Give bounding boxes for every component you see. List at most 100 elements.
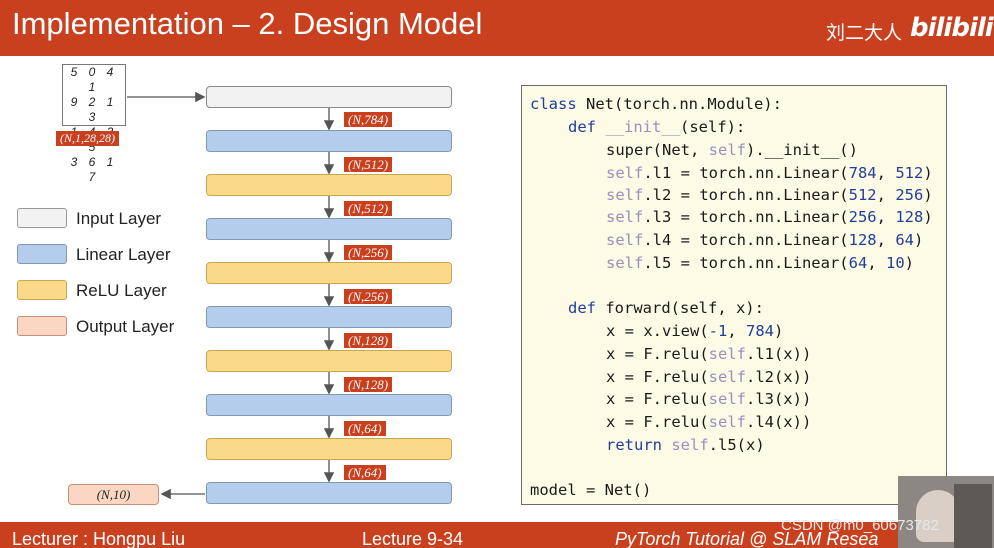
linear-layer-4 [206,394,452,416]
code-token: .l4(x)) [745,413,812,431]
code-token: .l1(x)) [745,345,812,363]
code-token: 256 [895,186,924,204]
code-token [954,484,992,548]
code-token: -1 [708,322,728,340]
code-token: def [568,118,596,136]
relu-layer-1 [206,174,452,196]
code-token: self [708,345,746,363]
code-token: .l3(x)) [745,390,812,408]
mnist-input-image: 5 0 4 1 9 2 1 3 1 4 3 5 3 6 1 7 [62,64,126,184]
code-token: , [876,164,896,182]
code-token: def [568,299,596,317]
relu-layer-2 [206,262,452,284]
code-line-return: return self.l5(x) [606,436,765,454]
code-token: x = F.relu( [606,368,709,386]
code-token: return [606,436,662,454]
code-token: , [876,208,896,226]
code-token: self [708,368,746,386]
code-line-relu: x = F.relu(self.l3(x)) [606,390,811,408]
legend-swatch-relu [17,280,67,300]
code-token: self [606,231,644,249]
shape-label: (N,512) [344,157,393,172]
footer-lecture: Lecture 9-34 [362,529,464,548]
shape-label: (N,256) [344,289,393,304]
shape-label: (N,784) [344,112,393,127]
code-token: 128 [895,208,924,226]
code-line-class: class Net(torch.nn.Module): [530,95,782,113]
code-token: 784 [848,164,877,182]
legend-label: Input Layer [76,209,162,228]
code-line-linear: self.l1 = torch.nn.Linear(784, 512) [606,164,933,182]
linear-layer-1 [206,130,452,152]
code-token: x = F.relu( [606,390,709,408]
code-token: .l1 = torch.nn.Linear( [643,164,849,182]
linear-layer-2 [206,218,452,240]
legend-label: Linear Layer [76,245,171,264]
code-token: ) [923,186,933,204]
code-token: ) [904,254,914,272]
code-token: , [727,322,746,340]
code-token: .l5 = torch.nn.Linear( [643,254,849,272]
code-token: x = F.relu( [606,345,709,363]
code-token: __init__ [596,118,680,136]
webcam-thumbnail [898,476,994,548]
relu-layer-3 [206,350,452,372]
code-token: Net(torch.nn.Module): [576,95,782,113]
code-token: 256 [848,208,877,226]
code-token: model = Net() [530,481,652,499]
legend-swatch-input [17,208,67,228]
code-token: 512 [895,164,924,182]
shape-label: (N,256) [344,245,393,260]
code-token: ) [774,322,784,340]
code-token: x = x.view( [606,322,709,340]
legend-label: ReLU Layer [76,281,167,300]
code-line-linear: self.l2 = torch.nn.Linear(512, 256) [606,186,933,204]
footer-lecturer: Lecturer : Hongpu Liu [12,529,186,548]
legend-swatch-output [17,316,67,336]
digit-row: 3 6 1 7 [70,155,118,184]
code-line-relu: x = F.relu(self.l1(x)) [606,345,811,363]
code-token: self [708,141,746,159]
relu-layer-4 [206,438,452,460]
code-token: (self): [680,118,746,136]
code-token: .l2 = torch.nn.Linear( [643,186,849,204]
code-token: self [708,413,746,431]
code-token: .l5(x) [708,436,765,454]
code-token: 64 [848,254,868,272]
code-token: ) [913,231,924,249]
code-token: self [606,208,644,226]
shape-label: (N,128) [344,377,393,392]
shape-label: (N,128) [344,333,393,348]
code-token: , [876,186,896,204]
output-layer: (N,10) [68,484,159,505]
digit-row: 5 0 4 1 [70,65,118,94]
code-line-view: x = x.view(-1, 784) [606,322,783,340]
code-token: , [867,254,886,272]
code-token: , [876,231,896,249]
code-line-super: super(Net, self).__init__() [606,141,858,159]
code-token: self [606,254,644,272]
slide: Implementation – 2. Design Model 刘二大人 bi… [0,0,994,548]
code-token: x = F.relu( [606,413,709,431]
code-token: .l4 = torch.nn.Linear( [643,231,849,249]
code-token: self [662,436,709,454]
legend-swatch-linear [17,244,67,264]
code-line-init: def __init__(self): [568,118,745,136]
code-line-relu: x = F.relu(self.l2(x)) [606,368,811,386]
shape-label: (N,512) [344,201,393,216]
csdn-watermark: CSDN @m0_60673782 [781,517,939,534]
code-token: 10 [885,254,905,272]
shape-label: (N,64) [344,465,386,480]
code-token: class [530,95,577,113]
legend-label: Output Layer [76,317,175,336]
code-token: self [606,164,644,182]
code-token: .l2(x)) [745,368,812,386]
input-shape-label: (N,1,28,28) [56,131,119,146]
code-token: 784 [746,322,774,340]
code-token: ) [923,164,933,182]
code-line-linear: self.l3 = torch.nn.Linear(256, 128) [606,208,933,226]
code-token: 64 [895,231,914,249]
code-token: 512 [848,186,877,204]
code-line-linear: self.l5 = torch.nn.Linear(64, 10) [606,254,914,272]
linear-layer-5 [206,482,452,504]
